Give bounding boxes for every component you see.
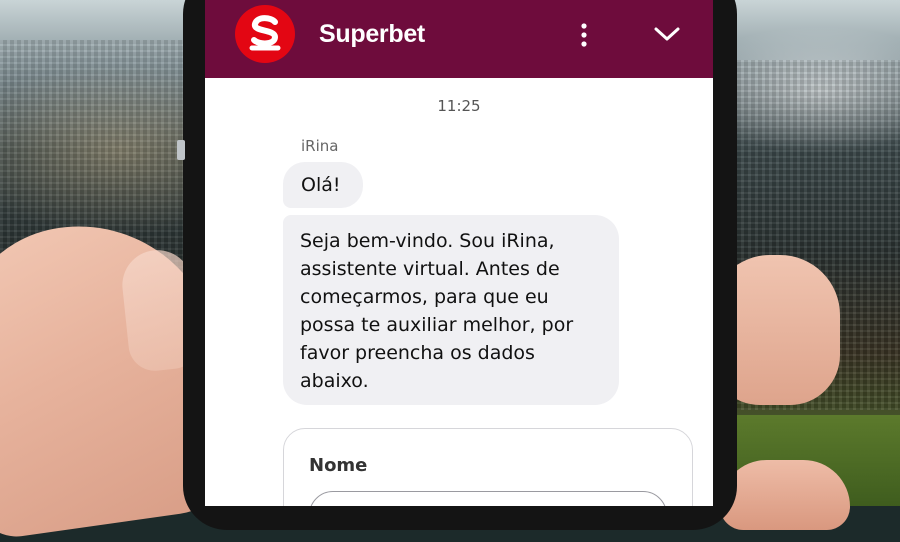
message-bubble-greeting: Olá! [283, 162, 363, 208]
sender-name: iRina [301, 137, 339, 155]
brand-name: Superbet [319, 20, 425, 48]
message-line: começarmos, para que eu [300, 286, 549, 308]
phone-side-button [177, 140, 185, 160]
superbet-s-icon [249, 15, 281, 51]
message-line: Seja bem-vindo. Sou iRina, [300, 230, 555, 252]
message-bubble-welcome: Seja bem-vindo. Sou iRina, assistente vi… [283, 215, 619, 405]
message-line: abaixo. [300, 370, 369, 392]
message-line: possa te auxiliar melhor, por [300, 314, 574, 336]
chat-header: Superbet [205, 0, 713, 78]
superbet-logo [235, 5, 295, 63]
more-vertical-icon[interactable] [576, 22, 592, 48]
message-timestamp: 11:25 [437, 97, 481, 115]
name-field-label: Nome [309, 455, 368, 476]
message-line: assistente virtual. Antes de [300, 258, 560, 280]
chat-screen: Superbet 11:25 iRina Olá! Seja bem-vindo… [205, 0, 713, 506]
chevron-down-icon[interactable] [653, 22, 681, 46]
message-text: Olá! [301, 174, 341, 196]
pre-chat-form: Nome [283, 428, 693, 506]
hand-finger-lower [720, 460, 850, 530]
message-line: favor preencha os dados [300, 342, 535, 364]
name-input[interactable] [309, 491, 667, 506]
